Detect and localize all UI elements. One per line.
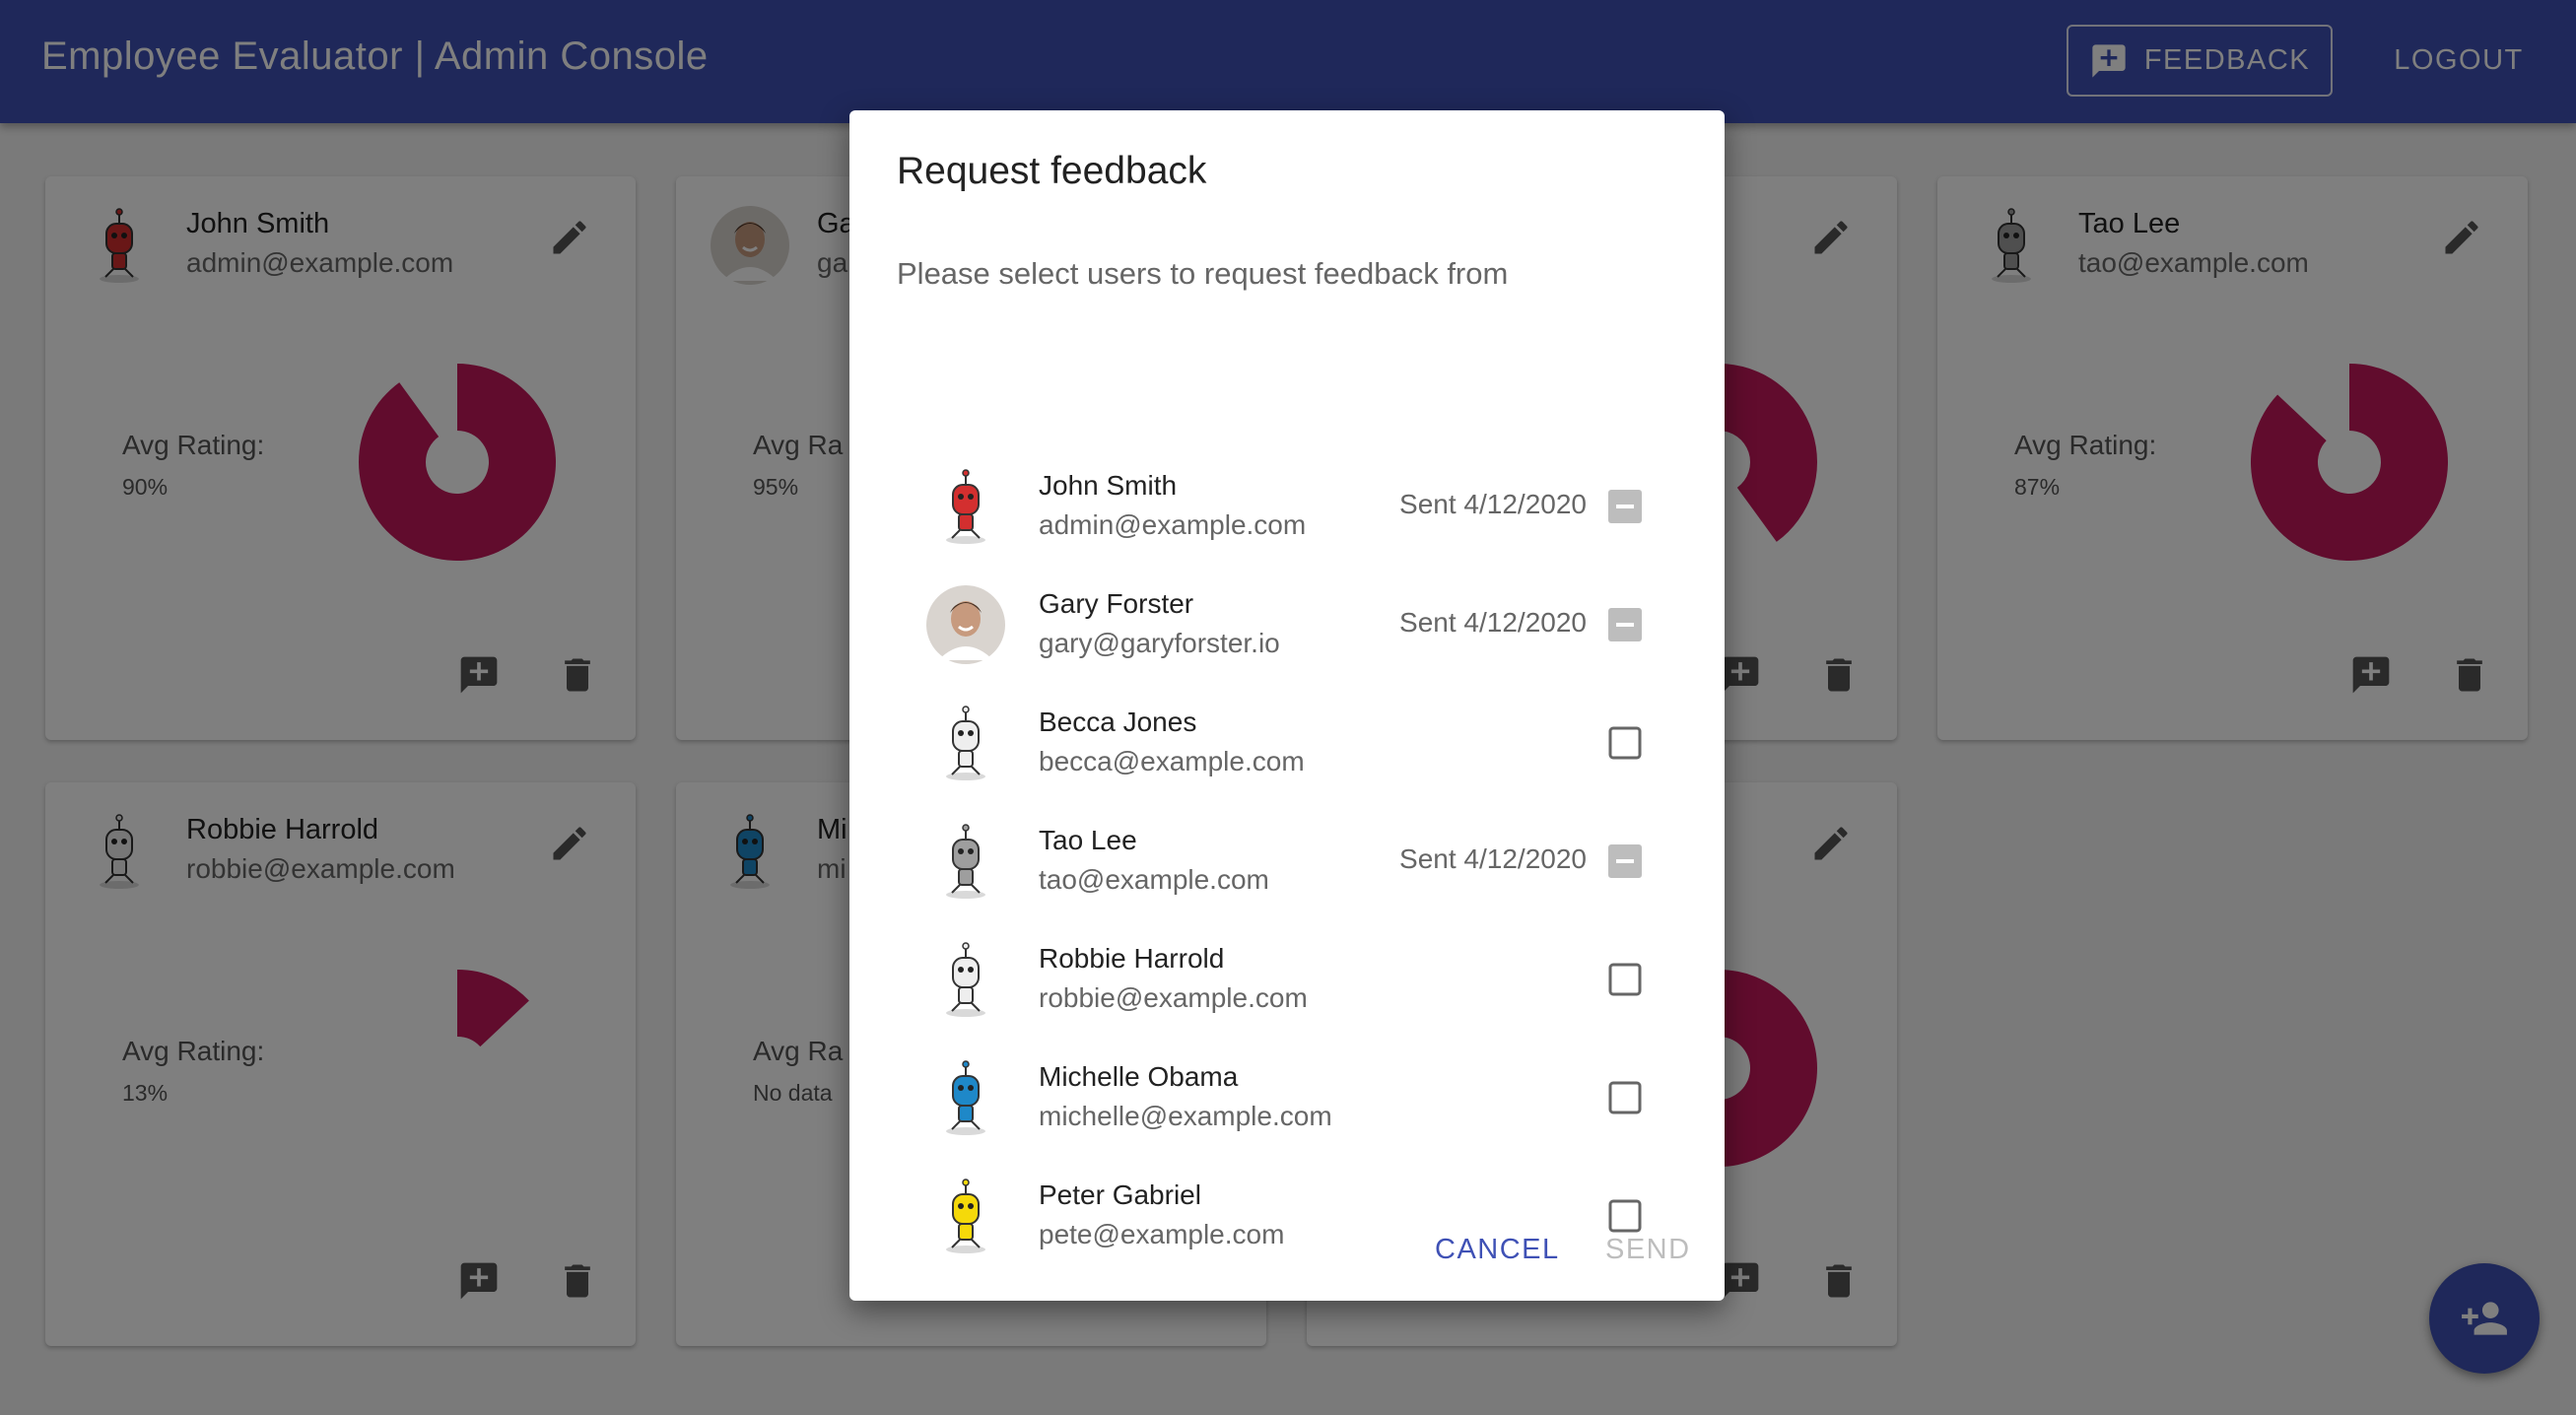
checkbox[interactable] — [1608, 1199, 1642, 1233]
checkbox[interactable] — [1608, 726, 1642, 760]
user-name: Gary Forster — [1039, 588, 1194, 619]
checkbox-indeterminate[interactable] — [1608, 608, 1642, 641]
user-email: admin@example.com — [1039, 509, 1307, 540]
dialog-title: Request feedback — [897, 150, 1207, 192]
sent-status: Sent 4/12/2020 — [1399, 489, 1587, 519]
avatar — [926, 467, 1005, 546]
send-button[interactable]: SEND — [1605, 1234, 1691, 1266]
user-row[interactable]: John Smith admin@example.com Sent 4/12/202… — [849, 447, 1725, 566]
avatar — [926, 585, 1005, 664]
user-email: becca@example.com — [1039, 746, 1305, 776]
user-name: Robbie Harrold — [1039, 943, 1225, 974]
user-email: robbie@example.com — [1039, 982, 1308, 1013]
user-email: tao@example.com — [1039, 864, 1269, 895]
user-email: michelle@example.com — [1039, 1101, 1332, 1131]
sent-status: Sent 4/12/2020 — [1399, 607, 1587, 638]
user-row[interactable]: Robbie Harrold robbie@example.com — [849, 920, 1725, 1039]
dialog-subtitle: Please select users to request feedback … — [897, 256, 1509, 291]
checkbox-indeterminate[interactable] — [1608, 490, 1642, 523]
user-row[interactable]: Tao Lee tao@example.com Sent 4/12/2020 — [849, 802, 1725, 920]
user-row[interactable]: Peter Gabriel pete@example.com — [849, 1157, 1725, 1275]
user-email: pete@example.com — [1039, 1219, 1285, 1249]
cancel-button[interactable]: CANCEL — [1435, 1234, 1560, 1266]
checkbox[interactable] — [1608, 1081, 1642, 1114]
user-name: Tao Lee — [1039, 825, 1137, 855]
user-name: John Smith — [1039, 470, 1178, 501]
user-row[interactable]: Becca Jones becca@example.com — [849, 684, 1725, 802]
user-row[interactable]: Gary Forster gary@garyforster.io Sent 4/12… — [849, 566, 1725, 684]
avatar — [926, 1058, 1005, 1137]
checkbox[interactable] — [1608, 963, 1642, 996]
avatar — [926, 822, 1005, 901]
checkbox-indeterminate[interactable] — [1608, 844, 1642, 878]
avatar — [926, 1177, 1005, 1255]
sent-status: Sent 4/12/2020 — [1399, 843, 1587, 874]
user-email: gary@garyforster.io — [1039, 628, 1280, 658]
user-name: Michelle Obama — [1039, 1061, 1239, 1092]
request-feedback-dialog: Request feedback Please select users to … — [849, 110, 1725, 1301]
avatar — [926, 704, 1005, 782]
user-name: Becca Jones — [1039, 707, 1197, 737]
user-name: Peter Gabriel — [1039, 1179, 1201, 1210]
avatar — [926, 940, 1005, 1019]
user-row[interactable]: Michelle Obama michelle@example.com — [849, 1039, 1725, 1157]
